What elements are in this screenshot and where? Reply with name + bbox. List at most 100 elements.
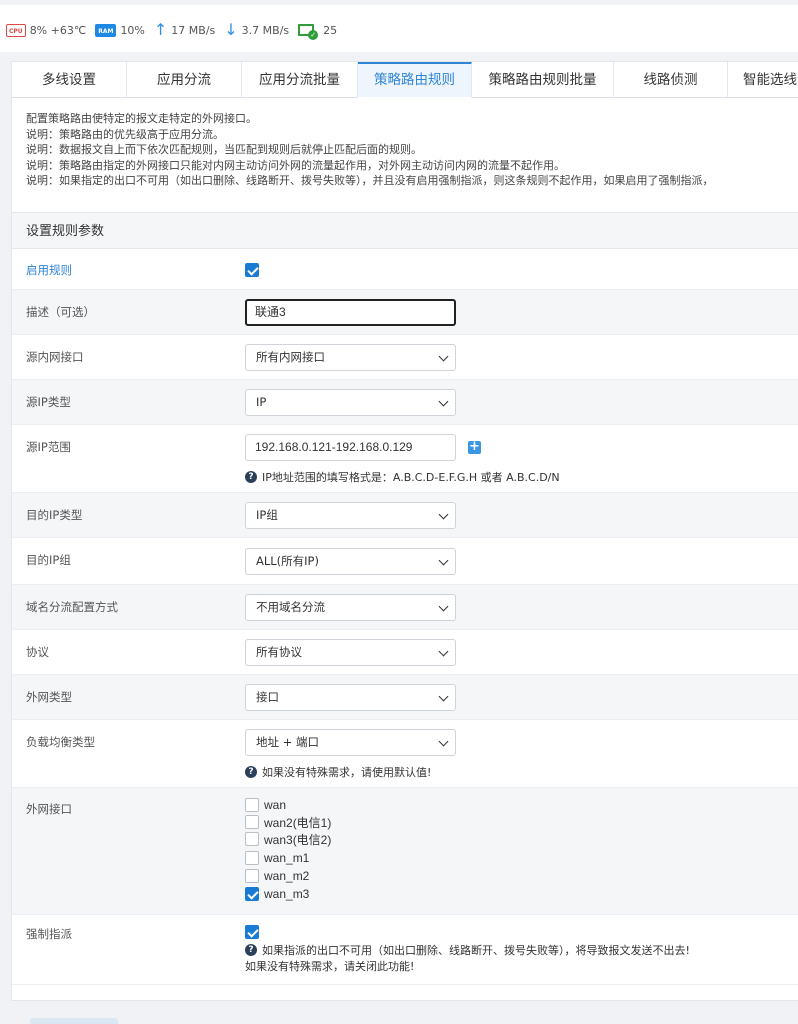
wan-interface-label: 外网接口: [26, 802, 72, 816]
checkbox[interactable]: [245, 815, 259, 829]
force-assign-label: 强制指派: [26, 927, 72, 941]
load-balance-type-value: 地址 + 端口: [256, 735, 319, 749]
wan-option-label: wan3(电信2): [264, 832, 332, 847]
source-ip-range-label: 源IP范围: [26, 440, 71, 454]
wan-option[interactable]: wan_m3: [245, 886, 309, 902]
chevron-down-icon: [438, 646, 449, 657]
rule-settings-section: 设置规则参数 启用规则 描述（可选） 联通3 源内网接口 所有内网接口 源IP类…: [12, 212, 798, 1002]
status-bar: CPU 8% +63℃ RAM 10% ↑ 17 MB/s ↓ 3.7 MB/s…: [0, 0, 798, 52]
arrow-up-icon: ↑: [153, 20, 168, 39]
row-destination-ip-group: 目的IP组 ALL(所有IP): [12, 538, 798, 585]
protocol-select[interactable]: 所有协议: [245, 639, 456, 666]
description-label: 描述（可选）: [26, 305, 95, 319]
checkbox[interactable]: [245, 832, 259, 846]
source-ip-type-value: IP: [256, 395, 267, 409]
note-line: 说明：策略路由的优先级高于应用分流。: [26, 127, 224, 141]
wan-option[interactable]: wan_m1: [245, 850, 309, 866]
row-domain-routing-mode: 域名分流配置方式 不用域名分流: [12, 585, 798, 630]
device-online-icon: ✓: [298, 24, 319, 40]
destination-ip-group-value: ALL(所有IP): [256, 554, 319, 568]
cpu-usage: 8% +63℃: [29, 23, 87, 37]
main-card: 多线设置 应用分流 应用分流批量 策略路由规则 策略路由规则批量 线路侦测 智能…: [11, 61, 798, 1001]
domain-routing-mode-value: 不用域名分流: [256, 600, 325, 614]
source-ip-type-select[interactable]: IP: [245, 389, 456, 416]
source-interface-value: 所有内网接口: [256, 350, 325, 364]
protocol-value: 所有协议: [256, 645, 302, 659]
question-circle-icon: ?: [245, 944, 257, 956]
section-title: 设置规则参数: [12, 213, 798, 249]
ram-icon: RAM: [95, 23, 117, 37]
plus-icon[interactable]: +: [468, 440, 481, 454]
force-assign-help: ? 如果指派的出口不可用（如出口删除、线路断开、拨号失败等），将导致报文发送不出…: [245, 942, 690, 958]
source-interface-label: 源内网接口: [26, 350, 84, 364]
save-button[interactable]: [30, 1018, 118, 1024]
wan-option-label: wan_m2: [264, 869, 310, 883]
wan-option-label: wan2(电信1): [264, 815, 332, 830]
wan-option[interactable]: wan_m2: [245, 868, 309, 884]
enable-rule-checkbox[interactable]: [245, 262, 259, 277]
chevron-down-icon: [438, 396, 449, 407]
tab-policy-routing-batch[interactable]: 策略路由规则批量: [472, 62, 614, 98]
domain-routing-mode-label: 域名分流配置方式: [26, 600, 118, 614]
force-assign-help-2: 如果没有特殊需求，请关闭此功能!: [245, 958, 414, 974]
destination-ip-type-select[interactable]: IP组: [245, 502, 456, 529]
wan-option[interactable]: wan3(电信2): [245, 831, 331, 847]
row-load-balance-type: 负载均衡类型 地址 + 端口 ? 如果没有特殊需求，请使用默认值!: [12, 720, 798, 788]
ram-usage: 10%: [120, 23, 145, 37]
protocol-label: 协议: [26, 645, 49, 659]
chevron-down-icon: [438, 736, 449, 747]
tab-line-detection[interactable]: 线路侦测: [614, 62, 728, 98]
wan-option[interactable]: wan2(电信1): [245, 814, 331, 830]
chevron-down-icon: [438, 509, 449, 520]
row-wan-interface: 外网接口 wan wan2(电信1) wan3(电信2) wan_m1 wan_…: [12, 788, 798, 915]
force-assign-help-text-2: 如果没有特殊需求，请关闭此功能!: [245, 960, 415, 973]
wan-option-label: wan_m3: [264, 887, 310, 901]
wan-option[interactable]: wan: [245, 797, 286, 813]
checkbox[interactable]: [245, 869, 259, 883]
chevron-down-icon: [438, 691, 449, 702]
checkbox[interactable]: [245, 887, 259, 901]
question-circle-icon: ?: [245, 766, 257, 778]
tab-smart-line-selection[interactable]: 智能选线: [728, 62, 798, 98]
destination-ip-type-value: IP组: [256, 508, 278, 522]
online-devices-count: 25: [323, 23, 338, 37]
description-notes: 配置策略路由使特定的报文走特定的外网接口。 说明：策略路由的优先级高于应用分流。…: [26, 111, 798, 189]
row-enable-rule: 启用规则: [12, 250, 798, 290]
force-assign-checkbox[interactable]: [245, 924, 259, 939]
wan-option-label: wan_m1: [264, 851, 310, 865]
source-interface-select[interactable]: 所有内网接口: [245, 344, 456, 371]
row-destination-ip-type: 目的IP类型 IP组: [12, 493, 798, 538]
domain-routing-mode-select[interactable]: 不用域名分流: [245, 594, 456, 621]
tab-bar: 多线设置 应用分流 应用分流批量 策略路由规则 策略路由规则批量 线路侦测 智能…: [12, 62, 798, 98]
row-source-ip-type: 源IP类型 IP: [12, 380, 798, 425]
destination-ip-group-select[interactable]: ALL(所有IP): [245, 548, 456, 575]
chevron-down-icon: [438, 601, 449, 612]
note-line: 说明：策略路由指定的外网接口只能对内网主动访问外网的流量起作用，对外网主动访问内…: [26, 158, 565, 172]
tab-app-routing[interactable]: 应用分流: [127, 62, 242, 98]
chevron-down-icon: [438, 555, 449, 566]
checkbox[interactable]: [245, 798, 259, 812]
load-balance-type-select[interactable]: 地址 + 端口: [245, 729, 456, 756]
source-ip-range-help-text: IP地址范围的填写格式是：A.B.C.D-E.F.G.H 或者 A.B.C.D/…: [262, 471, 560, 484]
row-source-interface: 源内网接口 所有内网接口: [12, 335, 798, 380]
destination-ip-type-label: 目的IP类型: [26, 508, 83, 522]
description-input[interactable]: 联通3: [245, 299, 456, 326]
source-ip-range-help: ? IP地址范围的填写格式是：A.B.C.D-E.F.G.H 或者 A.B.C.…: [245, 469, 560, 485]
load-balance-type-help: ? 如果没有特殊需求，请使用默认值!: [245, 764, 431, 780]
note-line: 说明：数据报文自上而下依次匹配规则，当匹配到规则后就停止匹配后面的规则。: [26, 143, 422, 156]
tab-app-routing-batch[interactable]: 应用分流批量: [242, 62, 358, 98]
row-source-ip-range: 源IP范围 192.168.0.121-192.168.0.129 + ? IP…: [12, 425, 798, 493]
arrow-down-icon: ↓: [224, 20, 238, 39]
row-protocol: 协议 所有协议: [12, 630, 798, 675]
upload-speed: 17 MB/s: [171, 23, 216, 37]
wan-type-value: 接口: [256, 690, 279, 704]
checkbox[interactable]: [245, 851, 259, 865]
source-ip-range-input[interactable]: 192.168.0.121-192.168.0.129: [245, 434, 456, 461]
row-wan-type: 外网类型 接口: [12, 675, 798, 720]
wan-type-select[interactable]: 接口: [245, 684, 456, 711]
destination-ip-group-label: 目的IP组: [26, 553, 71, 567]
note-line: 说明：如果指定的出口不可用（如出口删除、线路断开、拨号失败等），并且没有启用强制…: [26, 174, 714, 187]
tab-policy-routing-rules[interactable]: 策略路由规则: [358, 62, 472, 98]
note-line: 配置策略路由使特定的报文走特定的外网接口。: [26, 112, 257, 125]
tab-multiline-settings[interactable]: 多线设置: [12, 62, 127, 98]
